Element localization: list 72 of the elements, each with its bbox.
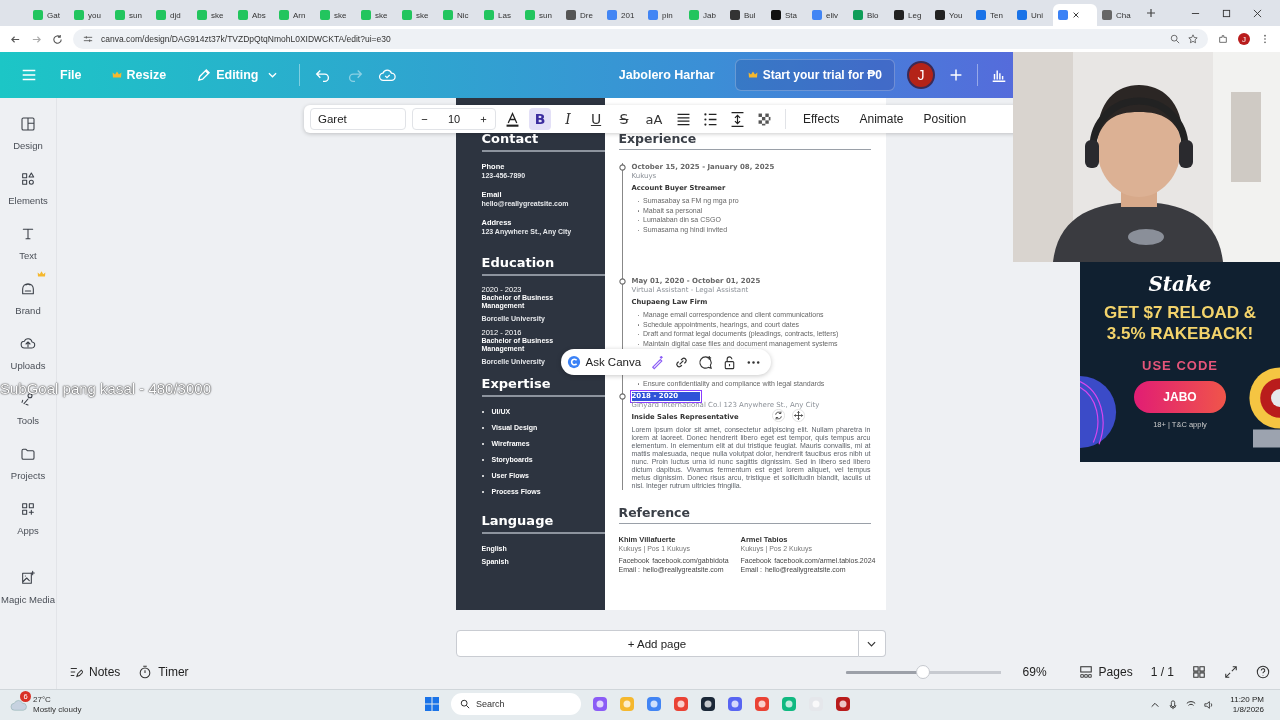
section-heading: Education [481,256,605,276]
format-button[interactable]: S [613,108,635,130]
brand-logo-text: Stake [1148,272,1212,296]
toolbar-action-button[interactable]: Animate [852,112,911,126]
browser-tab[interactable]: Blo [848,4,889,26]
section-heading: Experience [618,132,871,150]
browser-tab[interactable]: You [930,4,971,26]
promo-code-badge: JABO [1134,381,1226,413]
browser-tab[interactable]: ske [397,4,438,26]
timer-button[interactable]: Timer [138,665,189,679]
clock-time: 11:20 PM [1230,695,1264,705]
ad-call-to-action: USE CODE [1142,358,1218,373]
browser-tab[interactable]: Leg [889,4,930,26]
user-avatar[interactable]: J [907,61,935,89]
sidebar-item[interactable]: Design [0,116,56,151]
browser-tab[interactable]: pin [643,4,684,26]
taskbar-search[interactable]: Search [451,693,581,715]
browser-tab[interactable]: sun [520,4,561,26]
notes-button[interactable]: Notes [69,665,121,679]
browser-tab[interactable]: Bul [725,4,766,26]
sidebar-item[interactable]: Apps [0,501,56,536]
toolbar-action-button[interactable]: Effects [796,112,847,126]
sidebar-item[interactable]: Elements [0,171,56,206]
browser-tab[interactable]: djd [151,4,192,26]
browser-tab[interactable]: Arn [274,4,315,26]
browser-tab[interactable]: Jab [684,4,725,26]
design-owner-name: Jabolero Harhar [618,68,715,82]
stream-goal-text: SubGoal pang kasal - 480/3000 [0,380,211,397]
font-family-field[interactable]: Garet [310,108,406,130]
browser-tab[interactable]: Ten [971,4,1012,26]
address-bar[interactable]: canva.com/design/DAG914zt37k/TVZDpQtqNmohL0XIDWCKTA/edit?ui=e30 [73,29,1208,49]
add-page-button[interactable]: + Add page [455,630,859,657]
weather-condition: Mostly cloudy [33,705,82,715]
browser-tab[interactable]: Cha [1097,4,1138,26]
browser-tab[interactable]: ske [356,4,397,26]
sidebar-item[interactable]: Magic Media [0,570,56,605]
profile-avatar[interactable]: J [1238,33,1250,45]
sidebar-item[interactable]: Projects [0,446,56,481]
clock-date: 1/8/2026 [1232,705,1264,715]
browser-tab[interactable]: Dre [561,4,602,26]
sidebar-item[interactable]: Brand [0,281,56,316]
letter-case-button[interactable]: aA [641,108,667,130]
browser-tab[interactable]: Las [479,4,520,26]
pages-button[interactable]: Pages [1078,665,1133,679]
trial-button[interactable]: Start your trial for ₱0 [734,59,895,91]
format-button[interactable]: I [557,108,579,130]
browser-tab[interactable]: Nic [438,4,479,26]
browser-tab[interactable]: sun [110,4,151,26]
browser-tab[interactable]: Sta [766,4,807,26]
font-size-control[interactable]: 10 [412,108,496,130]
section-heading: Language [481,514,605,534]
browser-tab[interactable]: ske [315,4,356,26]
temperature: 27°C [33,695,52,705]
browser-tab[interactable]: you [69,4,110,26]
browser-tab[interactable]: Uni [1012,4,1053,26]
sidebar-item[interactable]: Text [0,226,56,261]
browser-tab[interactable]: 201 [602,4,643,26]
section-heading: Expertise [481,377,605,397]
browser-tab[interactable]: ske [192,4,233,26]
ask-canva-button[interactable]: Ask Canva [566,355,642,369]
format-button[interactable]: B [529,108,551,130]
sidebar-item[interactable]: Uploads [0,336,56,371]
toolbar-action-button[interactable]: Position [916,112,974,126]
zoom-level: 69% [1022,665,1047,679]
section-heading: Contact [481,132,605,152]
ad-headline: GET $7 RELOAD & 3.5% RAKEBACK! [1102,302,1258,344]
format-button[interactable]: U [585,108,607,130]
browser-tab[interactable]: Gat [28,4,69,26]
browser-tab[interactable]: Abs [233,4,274,26]
section-heading: Reference [618,506,871,524]
page-count: 1 / 1 [1150,665,1174,679]
browser-tab[interactable]: eliv [807,4,848,26]
